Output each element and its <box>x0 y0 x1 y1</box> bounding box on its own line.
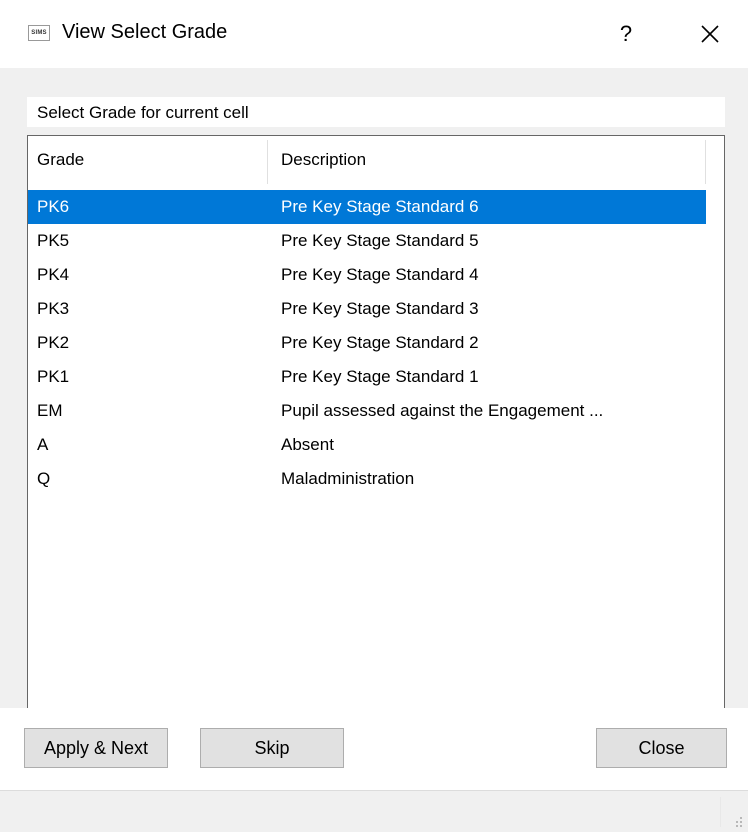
description-cell: Pupil assessed against the Engagement ..… <box>281 401 604 420</box>
status-bar <box>0 790 748 832</box>
list-item[interactable]: PK2 Pre Key Stage Standard 2 <box>28 326 706 360</box>
description-cell: Absent <box>281 435 334 454</box>
prompt-label-box: Select Grade for current cell <box>27 97 725 127</box>
grade-cell: PK1 <box>37 367 70 386</box>
list-item[interactable]: PK1 Pre Key Stage Standard 1 <box>28 360 706 394</box>
apply-next-button[interactable]: Apply & Next <box>24 728 168 768</box>
view-select-grade-dialog: SIMS View Select Grade ? Select Grade fo… <box>0 0 748 832</box>
column-divider-end[interactable] <box>705 140 706 184</box>
list-header: Grade Description <box>28 136 706 188</box>
grade-cell: PK5 <box>37 231 70 250</box>
list-item[interactable]: A Absent <box>28 428 706 462</box>
column-header-description[interactable]: Description <box>281 150 366 170</box>
sims-app-icon: SIMS <box>28 25 50 41</box>
grade-cell: PK4 <box>37 265 70 284</box>
close-button[interactable]: Close <box>596 728 727 768</box>
grade-cell: PK3 <box>37 299 70 318</box>
description-cell: Pre Key Stage Standard 3 <box>281 299 479 318</box>
window-title: View Select Grade <box>62 21 228 43</box>
title-bar: SIMS View Select Grade ? <box>0 0 748 68</box>
status-divider <box>720 797 721 827</box>
grade-cell: PK6 <box>37 197 70 216</box>
skip-button[interactable]: Skip <box>200 728 344 768</box>
close-icon[interactable] <box>690 16 730 52</box>
grade-cell: Q <box>37 469 51 488</box>
list-rows: PK6 Pre Key Stage Standard 6 PK5 Pre Key St… <box>28 190 706 496</box>
description-cell: Pre Key Stage Standard 5 <box>281 231 479 250</box>
list-item[interactable]: PK6 Pre Key Stage Standard 6 <box>28 190 706 224</box>
resize-grip-icon[interactable] <box>733 813 743 827</box>
column-divider[interactable] <box>267 140 268 184</box>
app-icon-text: SIMS <box>31 30 47 36</box>
grade-list[interactable]: Grade Description PK6 Pre Key Stage Stand… <box>27 135 725 743</box>
grade-cell: EM <box>37 401 63 420</box>
description-cell: Maladministration <box>281 469 415 488</box>
description-cell: Pre Key Stage Standard 2 <box>281 333 479 352</box>
list-item[interactable]: EM Pupil assessed against the Engagement … <box>28 394 706 428</box>
list-item[interactable]: Q Maladministration <box>28 462 706 496</box>
grade-cell: A <box>37 435 49 454</box>
dialog-body: Select Grade for current cell Grade Desc… <box>0 68 748 743</box>
description-cell: Pre Key Stage Standard 6 <box>281 197 479 216</box>
button-bar: Apply & Next Skip Close <box>0 708 748 788</box>
list-item[interactable]: PK3 Pre Key Stage Standard 3 <box>28 292 706 326</box>
column-header-grade[interactable]: Grade <box>37 150 84 170</box>
prompt-text: Select Grade for current cell <box>37 103 249 122</box>
grade-cell: PK2 <box>37 333 70 352</box>
description-cell: Pre Key Stage Standard 1 <box>281 367 479 386</box>
help-button[interactable]: ? <box>608 16 644 52</box>
description-cell: Pre Key Stage Standard 4 <box>281 265 479 284</box>
list-item[interactable]: PK4 Pre Key Stage Standard 4 <box>28 258 706 292</box>
list-item[interactable]: PK5 Pre Key Stage Standard 5 <box>28 224 706 258</box>
